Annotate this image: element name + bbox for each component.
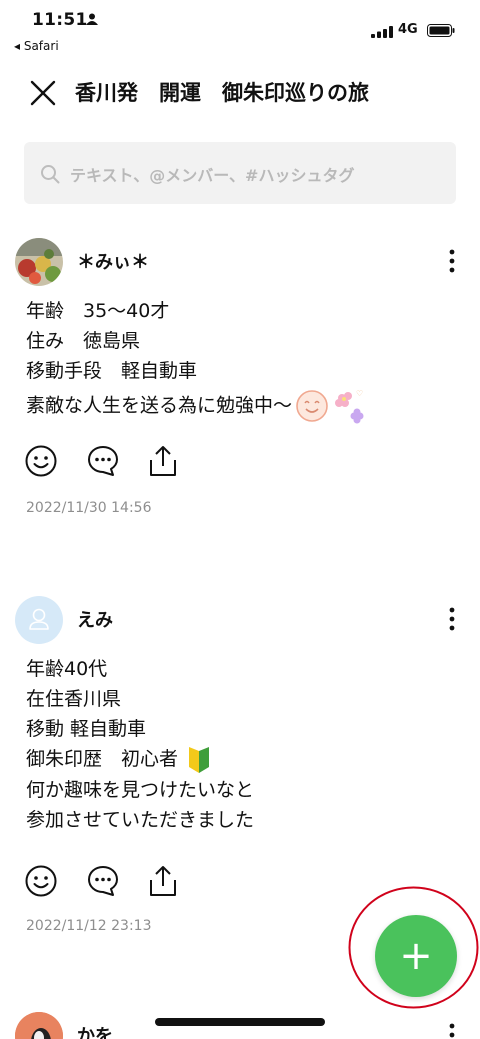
avatar[interactable] xyxy=(15,596,63,644)
post-actions xyxy=(24,864,184,900)
username[interactable]: かを xyxy=(77,1022,113,1039)
network-type: 4G xyxy=(398,22,418,37)
search-icon xyxy=(41,165,60,184)
share-icon[interactable] xyxy=(146,444,180,478)
post-line: 移動手段 軽自動車 xyxy=(26,360,198,382)
page-title: 香川発 開運 御朱印巡りの旅 xyxy=(75,81,369,105)
post-line: 住み 徳島県 xyxy=(26,330,141,352)
search-input[interactable]: テキスト、@メンバー、#ハッシュタグ xyxy=(24,142,456,204)
avatar-food-image xyxy=(15,238,63,286)
post-line: 何か趣味を見つけたいなと xyxy=(26,778,255,801)
username[interactable]: ＊みぃ＊ xyxy=(77,248,149,274)
username[interactable]: えみ xyxy=(77,606,113,632)
reaction-smile-icon[interactable] xyxy=(24,864,58,898)
signal-icon xyxy=(371,26,393,38)
post-line: 年齢40代 xyxy=(26,658,108,680)
plus-icon: + xyxy=(399,933,433,979)
search-placeholder: テキスト、@メンバー、#ハッシュタグ xyxy=(70,166,355,185)
post-line: 御朱印歴 初心者 xyxy=(26,744,254,775)
post-line: 参加させていただきました xyxy=(26,808,255,831)
avatar[interactable] xyxy=(15,238,63,286)
status-bar: 11:51 ◂ Safari 4G xyxy=(0,0,480,58)
beginner-mark-icon xyxy=(189,746,210,773)
post-line: 年齢 35〜40才 xyxy=(26,300,170,322)
post-line-text: 御朱印歴 初心者 xyxy=(26,748,179,770)
post-actions xyxy=(24,444,184,480)
more-options-icon[interactable] xyxy=(440,246,464,276)
back-to-safari-link[interactable]: ◂ Safari xyxy=(14,39,59,53)
post-line: 在住香川県 xyxy=(26,688,122,710)
home-indicator xyxy=(155,1018,325,1026)
post-line: 素敵な人生を送る為に勉強中〜 ♡ xyxy=(26,386,368,426)
header: 香川発 開運 御朱印巡りの旅 xyxy=(0,70,480,118)
status-time: 11:51 xyxy=(32,10,88,30)
comment-icon[interactable] xyxy=(86,864,120,898)
more-options-icon[interactable] xyxy=(440,604,464,634)
post-line: 移動 軽自動車 xyxy=(26,718,147,740)
close-icon[interactable] xyxy=(28,78,58,108)
avatar[interactable] xyxy=(15,1012,63,1039)
post-timestamp: 2022/11/12 23:13 xyxy=(26,918,152,934)
create-post-button[interactable]: + xyxy=(375,915,457,997)
reaction-smile-icon[interactable] xyxy=(24,444,58,478)
share-icon[interactable] xyxy=(146,864,180,898)
battery-icon xyxy=(427,24,455,37)
more-options-icon[interactable] xyxy=(440,1020,464,1039)
post-item: ＊みぃ＊ 年齢 35〜40才 住み 徳島県 移動手段 軽自動車 素敵な人生を送る… xyxy=(0,236,480,526)
post-body: 年齢40代 在住香川県 移動 軽自動車 御朱印歴 初心者 何か趣味を見つけたいな… xyxy=(26,654,254,835)
avatar-bird-image xyxy=(15,1012,63,1039)
svg-text:♡: ♡ xyxy=(356,389,363,398)
person-icon xyxy=(86,13,98,25)
post-timestamp: 2022/11/30 14:56 xyxy=(26,500,152,516)
comment-icon[interactable] xyxy=(86,444,120,478)
smile-peace-sticker-icon: ♡ xyxy=(296,389,364,424)
post-line-text: 素敵な人生を送る為に勉強中〜 xyxy=(26,394,293,417)
default-avatar-icon xyxy=(29,608,49,630)
post-body: 年齢 35〜40才 住み 徳島県 移動手段 軽自動車 素敵な人生を送る為に勉強中… xyxy=(26,296,368,426)
